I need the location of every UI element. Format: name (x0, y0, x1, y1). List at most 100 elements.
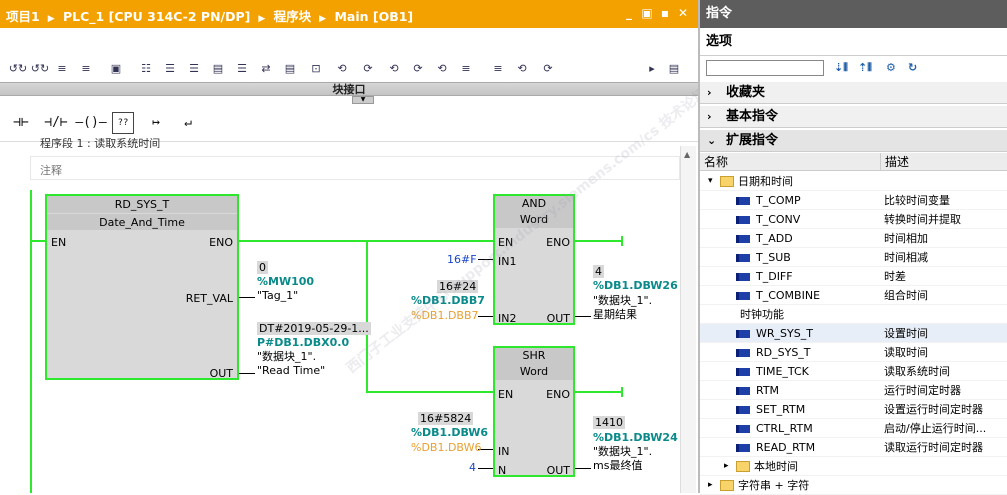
toolbar-tool-15-icon[interactable]: ⟳ (358, 60, 378, 78)
instruction-row-t-diff[interactable]: T_DIFF 时差 (700, 267, 1007, 286)
chevron-down-icon: ⌄ (707, 134, 717, 147)
close-branch-button[interactable]: ↵ (176, 112, 200, 134)
toolbar-tool-10-icon[interactable]: ☰ (232, 60, 252, 78)
search-down-icon[interactable]: ⇣⫴ (834, 61, 848, 75)
close-icon[interactable]: ✕ (676, 5, 690, 21)
shr-n-constant[interactable]: 4 (469, 461, 476, 474)
breadcrumb-project[interactable]: 项目1 (6, 9, 40, 24)
refresh-icon[interactable]: ↻ (908, 61, 917, 74)
tree-collapsed-icon[interactable]: ▸ (708, 476, 713, 495)
toolbar-tool-11-icon[interactable]: ⇄ (256, 60, 276, 78)
toolbar-tool-9-icon[interactable]: ▤ (208, 60, 228, 78)
shr-word-block[interactable]: SHR Word EN ENO IN N OUT (493, 346, 575, 477)
toolbar-tool-3-icon[interactable]: ≡ (52, 60, 72, 78)
options-header[interactable]: 选项 (700, 28, 1007, 56)
toolbar-tool-4-icon[interactable]: ≡ (76, 60, 96, 78)
restore-icon[interactable]: ▣ (640, 5, 654, 21)
network-comment[interactable]: 注释 (40, 162, 62, 178)
nc-contact-button[interactable]: ⊣/⊢ (40, 112, 72, 134)
breadcrumb-blocks[interactable]: 程序块 (274, 9, 312, 24)
instruction-search-input[interactable] (706, 60, 824, 76)
shr-out-tag-member[interactable]: ms最终值 (593, 459, 642, 472)
and-out-address[interactable]: %DB1.DBW26 (593, 279, 678, 292)
category-basic-instructions[interactable]: › 基本指令 (700, 106, 1007, 128)
and-out-tag-member[interactable]: 星期结果 (593, 308, 637, 321)
category-favorites[interactable]: › 收藏夹 (700, 82, 1007, 104)
search-up-icon[interactable]: ⇡⫴ (858, 61, 872, 75)
breadcrumb-main[interactable]: Main [OB1] (334, 9, 413, 24)
toolbar-tool-1-icon[interactable]: ↺↻ (8, 60, 28, 78)
instruction-row-t-comp[interactable]: T_COMP 比较时间变量 (700, 191, 1007, 210)
toolbar-tool-5-icon[interactable]: ▣ (106, 60, 126, 78)
coil-button[interactable]: –()– (74, 112, 108, 134)
toolbar-tool-18-icon[interactable]: ⟲ (432, 60, 452, 78)
instruction-row-t-sub[interactable]: T_SUB 时间相减 (700, 248, 1007, 267)
toolbar-tool-23-icon[interactable]: ▸ (642, 60, 662, 78)
breadcrumb-plc[interactable]: PLC_1 [CPU 314C-2 PN/DP] (63, 9, 250, 24)
shr-out-tag-db[interactable]: "数据块_1". (593, 445, 652, 458)
toolbar-tool-8-icon[interactable]: ☰ (184, 60, 204, 78)
shr-out-address[interactable]: %DB1.DBW24 (593, 431, 678, 444)
instruction-row-ctrl-rtm[interactable]: CTRL_RTM 启动/停止运行时间... (700, 419, 1007, 438)
instruction-row-set-rtm[interactable]: SET_RTM 设置运行时间定时器 (700, 400, 1007, 419)
shr-in-address[interactable]: %DB1.DBW6 (411, 426, 488, 439)
out-tag-member[interactable]: "Read Time" (257, 364, 325, 377)
tree-expanded-icon[interactable]: ▾ (708, 172, 713, 191)
open-branch-button[interactable]: ↦ (144, 112, 168, 134)
instruction-description: 设置时间 (884, 327, 928, 340)
toolbar-tool-12-icon[interactable]: ▤ (280, 60, 300, 78)
instruction-row-rd-sys-t[interactable]: RD_SYS_T 读取时间 (700, 343, 1007, 362)
instruction-row-read-rtm[interactable]: READ_RTM 读取运行时间定时器 (700, 438, 1007, 457)
shr-in-symbol[interactable]: %DB1.DBW6 (411, 441, 481, 454)
block-interface-bar[interactable]: 块接口 (0, 82, 698, 96)
scroll-up-icon[interactable]: ▲ (684, 150, 690, 159)
toolbar-tool-7-icon[interactable]: ☰ (160, 60, 180, 78)
pin-eno: ENO (546, 236, 570, 249)
instructions-title: 指令 (700, 0, 1007, 28)
toolbar-tool-2-icon[interactable]: ↺↻ (30, 60, 50, 78)
splitter-grip-icon[interactable]: ▼ (352, 96, 374, 104)
out-address[interactable]: P#DB1.DBX0.0 (257, 336, 349, 349)
instruction-row-[interactable]: ▸ 本地时间 (700, 457, 1007, 476)
category-extended-instructions[interactable]: ⌄ 扩展指令 (700, 130, 1007, 152)
toolbar-tool-13-icon[interactable]: ⊡ (306, 60, 326, 78)
out-tag-db[interactable]: "数据块_1". (257, 350, 316, 363)
network-title[interactable]: 程序段 1 : 读取系统时间 (40, 138, 160, 148)
toolbar-tool-24-icon[interactable]: ▤ (664, 60, 684, 78)
float-icon[interactable]: ▪ (658, 5, 672, 21)
instruction-row-t-conv[interactable]: T_CONV 转换时间并提取 (700, 210, 1007, 229)
and-out-tag-db[interactable]: "数据块_1". (593, 294, 652, 307)
column-name[interactable]: 名称 (704, 153, 728, 171)
pin-out: OUT (546, 464, 570, 477)
instruction-row-rtm[interactable]: RTM 运行时间定时器 (700, 381, 1007, 400)
tree-collapsed-icon[interactable]: ▸ (724, 457, 729, 476)
toolbar-tool-20-icon[interactable]: ≡ (488, 60, 508, 78)
instruction-row-[interactable]: ▸ 字符串 + 字符 (700, 476, 1007, 495)
instruction-row-wr-sys-t[interactable]: WR_SYS_T 设置时间 (700, 324, 1007, 343)
instruction-row-time-tck[interactable]: TIME_TCK 读取系统时间 (700, 362, 1007, 381)
instruction-row-[interactable]: 时钟功能 (700, 305, 1007, 324)
toolbar-tool-17-icon[interactable]: ⟳ (408, 60, 428, 78)
empty-box-button[interactable]: ?? (112, 112, 134, 134)
toolbar-tool-14-icon[interactable]: ⟲ (332, 60, 352, 78)
rd-sys-t-block[interactable]: RD_SYS_T Date_And_Time EN ENO RET_VAL OU… (45, 194, 239, 380)
toolbar-tool-21-icon[interactable]: ⟲ (512, 60, 532, 78)
toolbar-tool-6-icon[interactable]: ☷ (136, 60, 156, 78)
minimize-icon[interactable]: _ (622, 5, 636, 21)
wire-end-and (621, 236, 623, 246)
shr-in-live: 16#5824 (418, 412, 474, 425)
column-description[interactable]: 描述 (880, 153, 909, 171)
instruction-row-t-add[interactable]: T_ADD 时间相加 (700, 229, 1007, 248)
ret-val-tag[interactable]: "Tag_1" (257, 289, 298, 302)
toolbar-tool-19-icon[interactable]: ≡ (456, 60, 476, 78)
wire-n (478, 468, 493, 469)
no-contact-button[interactable]: ⊣⊢ (8, 112, 34, 134)
toolbar-tool-16-icon[interactable]: ⟲ (384, 60, 404, 78)
display-options-icon[interactable]: ⚙ (886, 61, 896, 74)
editor-vertical-scrollbar[interactable]: ▲ (680, 146, 696, 493)
ret-val-address[interactable]: %MW100 (257, 275, 314, 288)
toolbar-tool-22-icon[interactable]: ⟳ (538, 60, 558, 78)
instruction-row-[interactable]: ▾ 日期和时间 (700, 172, 1007, 191)
instruction-row-t-combine[interactable]: T_COMBINE 组合时间 (700, 286, 1007, 305)
function-block-icon (736, 349, 750, 357)
